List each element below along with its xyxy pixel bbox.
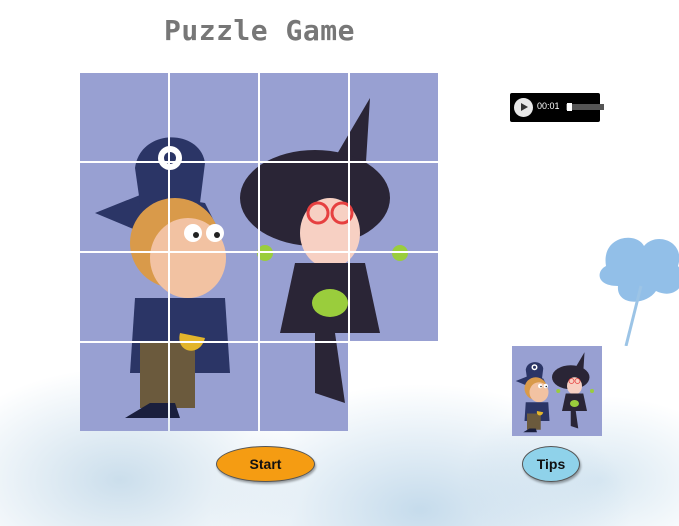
play-icon[interactable]	[514, 98, 533, 117]
puzzle-tile[interactable]	[170, 343, 258, 431]
tile-art	[80, 253, 168, 341]
start-button[interactable]: Start	[216, 446, 315, 482]
puzzle-tile[interactable]	[350, 253, 438, 341]
audio-progress-track[interactable]	[566, 103, 604, 111]
tile-art	[80, 343, 168, 431]
tile-art	[350, 73, 438, 161]
tile-art	[170, 73, 258, 161]
puzzle-tile[interactable]	[80, 163, 168, 251]
puzzle-tile[interactable]	[350, 73, 438, 161]
puzzle-tile[interactable]	[80, 73, 168, 161]
puzzle-tile[interactable]	[170, 73, 258, 161]
audio-player: 00:01	[510, 93, 604, 122]
tips-button[interactable]: Tips	[522, 446, 580, 482]
puzzle-tile[interactable]	[80, 253, 168, 341]
tile-art	[350, 253, 438, 341]
puzzle-tile[interactable]	[260, 73, 348, 161]
puzzle-board	[80, 73, 440, 433]
tile-art	[260, 163, 348, 251]
tile-art	[170, 343, 258, 431]
tile-art	[80, 163, 168, 251]
preview-art	[512, 346, 602, 436]
puzzle-tile[interactable]	[260, 163, 348, 251]
puzzle-tile[interactable]	[350, 163, 438, 251]
flower-decoration	[599, 237, 679, 346]
tile-art	[260, 253, 348, 341]
puzzle-preview-image	[512, 346, 602, 436]
tile-art	[170, 163, 258, 251]
tile-art	[170, 253, 258, 341]
puzzle-tile[interactable]	[260, 343, 348, 431]
tile-art	[260, 343, 348, 431]
puzzle-tile[interactable]	[170, 163, 258, 251]
audio-time: 00:01	[537, 101, 560, 111]
audio-progress-thumb[interactable]	[567, 103, 572, 111]
puzzle-tile[interactable]	[170, 253, 258, 341]
page-title: Puzzle Game	[164, 14, 355, 47]
puzzle-tile[interactable]	[260, 253, 348, 341]
tile-art	[80, 73, 168, 161]
tile-art	[260, 73, 348, 161]
tile-art	[350, 163, 438, 251]
puzzle-tile[interactable]	[80, 343, 168, 431]
